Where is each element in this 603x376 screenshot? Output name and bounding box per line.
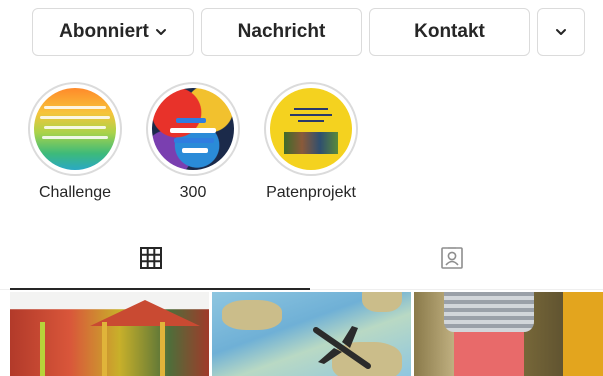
highlight-label: 300	[179, 184, 207, 201]
highlight-label: Challenge	[38, 184, 112, 201]
post-thumbnail-playground[interactable]	[10, 292, 209, 376]
profile-actions: Abonniert Nachricht Kontakt	[32, 8, 585, 58]
highlight-ring	[28, 82, 122, 176]
post-thumbnail-child-field[interactable]	[414, 292, 603, 376]
chevron-down-icon	[155, 26, 167, 38]
posts-grid	[10, 292, 603, 376]
tab-tagged[interactable]	[301, 232, 602, 288]
post-thumbnail-map-plane[interactable]	[212, 292, 411, 376]
chevron-down-icon	[555, 26, 567, 38]
subscribed-button-label: Abonniert	[59, 21, 149, 42]
highlight-patenprojekt[interactable]: Patenprojekt	[260, 82, 362, 202]
tagged-user-icon	[439, 245, 465, 276]
highlight-challenge[interactable]: Challenge	[24, 82, 126, 202]
highlight-ring	[146, 82, 240, 176]
highlight-cover-image	[152, 88, 234, 170]
profile-page: Abonniert Nachricht Kontakt Challenge 30…	[0, 0, 603, 376]
contact-button-label: Kontakt	[414, 21, 485, 42]
active-tab-indicator	[10, 288, 310, 290]
story-highlights: Challenge 300 Patenprojekt	[24, 82, 362, 202]
airplane-icon	[313, 326, 371, 369]
more-options-button[interactable]	[537, 8, 585, 56]
highlight-300[interactable]: 300	[142, 82, 244, 202]
grid-icon	[139, 246, 163, 275]
contact-button[interactable]: Kontakt	[369, 8, 530, 56]
subscribed-button[interactable]: Abonniert	[32, 8, 194, 56]
profile-tabs	[0, 232, 603, 288]
highlight-cover-image	[270, 88, 352, 170]
message-button[interactable]: Nachricht	[201, 8, 362, 56]
message-button-label: Nachricht	[237, 21, 326, 42]
highlight-cover-image	[34, 88, 116, 170]
highlight-ring	[264, 82, 358, 176]
tab-posts-grid[interactable]	[0, 232, 301, 288]
highlight-label: Patenprojekt	[266, 184, 356, 201]
